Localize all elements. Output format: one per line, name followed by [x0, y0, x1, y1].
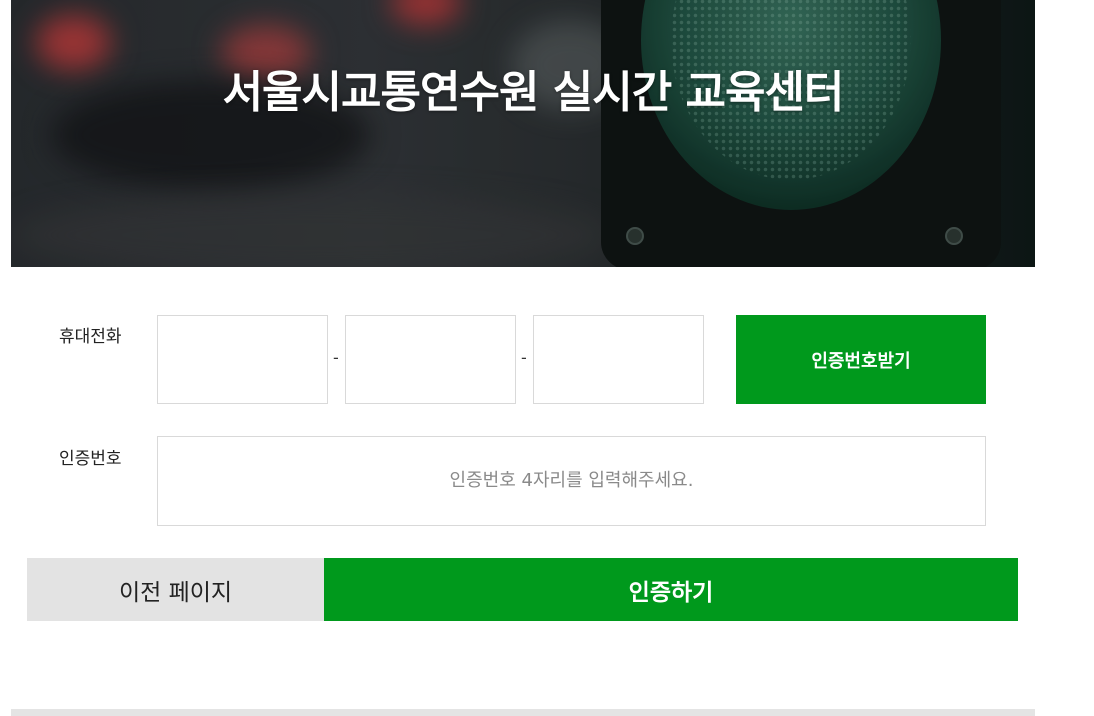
- hero-banner: 서울시교통연수원 실시간 교육센터: [11, 0, 1035, 267]
- page: 서울시교통연수원 실시간 교육센터 휴대전화 - - 인증번호받기 인증번호 이…: [0, 0, 1094, 716]
- verify-button[interactable]: 인증하기: [324, 558, 1018, 621]
- phone-separator: -: [521, 348, 527, 367]
- phone-part2-input[interactable]: [345, 315, 516, 404]
- footer-divider: [11, 709, 1035, 716]
- verification-code-input[interactable]: [157, 436, 986, 526]
- phone-separator: -: [333, 348, 339, 367]
- previous-page-button[interactable]: 이전 페이지: [27, 558, 324, 621]
- request-code-button[interactable]: 인증번호받기: [736, 315, 986, 404]
- phone-part1-input[interactable]: [157, 315, 328, 404]
- phone-label: 휴대전화: [59, 327, 122, 347]
- phone-part3-input[interactable]: [533, 315, 704, 404]
- code-label: 인증번호: [59, 449, 122, 469]
- hero-overlay: [11, 0, 1035, 267]
- page-title: 서울시교통연수원 실시간 교육센터: [222, 67, 845, 118]
